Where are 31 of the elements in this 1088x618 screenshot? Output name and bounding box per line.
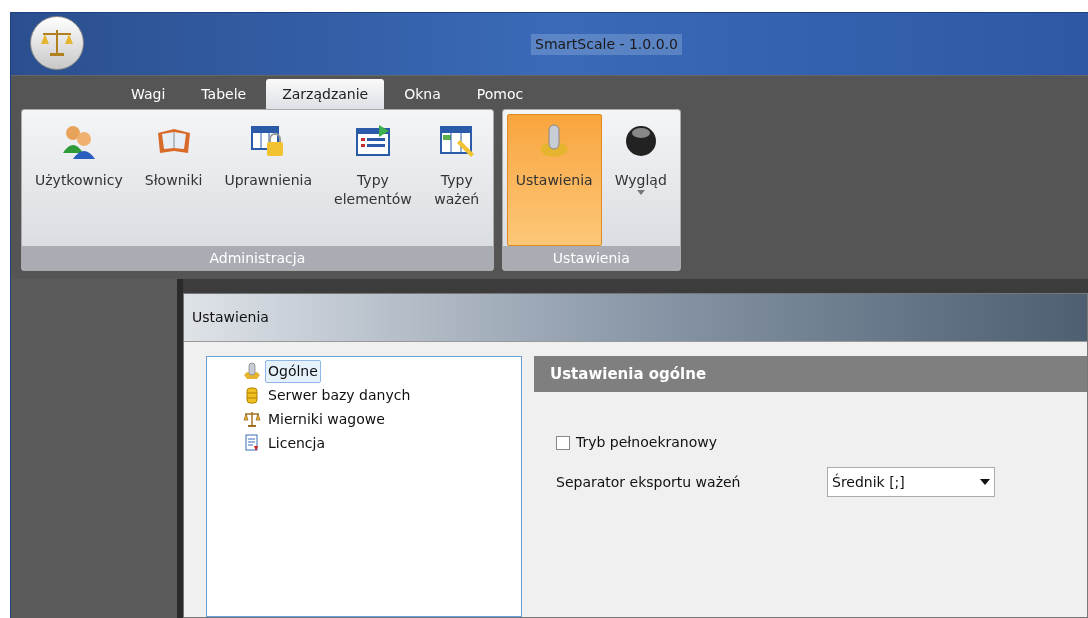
field-label: Separator eksportu ważeń (556, 472, 742, 492)
gear-icon (243, 362, 261, 380)
ribbon-button[interactable]: Typy elementów (325, 114, 421, 246)
ribbon-button[interactable]: Uprawnienia (215, 114, 322, 246)
scale-icon (40, 28, 74, 58)
scale-icon (243, 410, 261, 428)
database-icon (243, 386, 261, 404)
ribbon-button[interactable]: Typy ważeń (424, 114, 489, 246)
ribbon-tab[interactable]: Zarządzanie (266, 79, 385, 109)
ribbon-tab[interactable]: Pomoc (460, 79, 540, 109)
ribbon-tab[interactable]: Okna (388, 79, 457, 109)
tree-item[interactable]: Mierniki wagowe (265, 407, 388, 431)
ribbon-tab[interactable]: Tabele (185, 79, 263, 109)
checkbox-label: Tryb pełnoekranowy (576, 433, 718, 452)
tree-item[interactable]: Serwer bazy danych (265, 383, 414, 407)
ribbon-button[interactable]: Użytkownicy (26, 114, 132, 246)
group-label: Administracja (22, 246, 493, 270)
ribbon-button[interactable]: Ustawienia (506, 114, 602, 246)
dialog-title: Ustawienia (192, 308, 269, 327)
ribbon-tab[interactable]: Wagi (115, 79, 182, 109)
ribbon-button[interactable]: Słowniki (135, 114, 212, 246)
group-label: Ustawienia (502, 246, 680, 270)
tree-item[interactable]: Ogólne (265, 359, 321, 383)
ribbon-button[interactable]: Wygląd (605, 114, 676, 246)
dropdown-arrow-icon (980, 479, 990, 485)
checkbox[interactable] (556, 435, 570, 450)
separator-dropdown[interactable]: Średnik [;] (827, 467, 995, 497)
document-icon (243, 434, 261, 452)
tree-item[interactable]: Licencja (265, 431, 329, 455)
window-title: SmartScale - 1.0.0.0 (531, 33, 682, 55)
section-title: Ustawienia ogólne (550, 363, 707, 385)
